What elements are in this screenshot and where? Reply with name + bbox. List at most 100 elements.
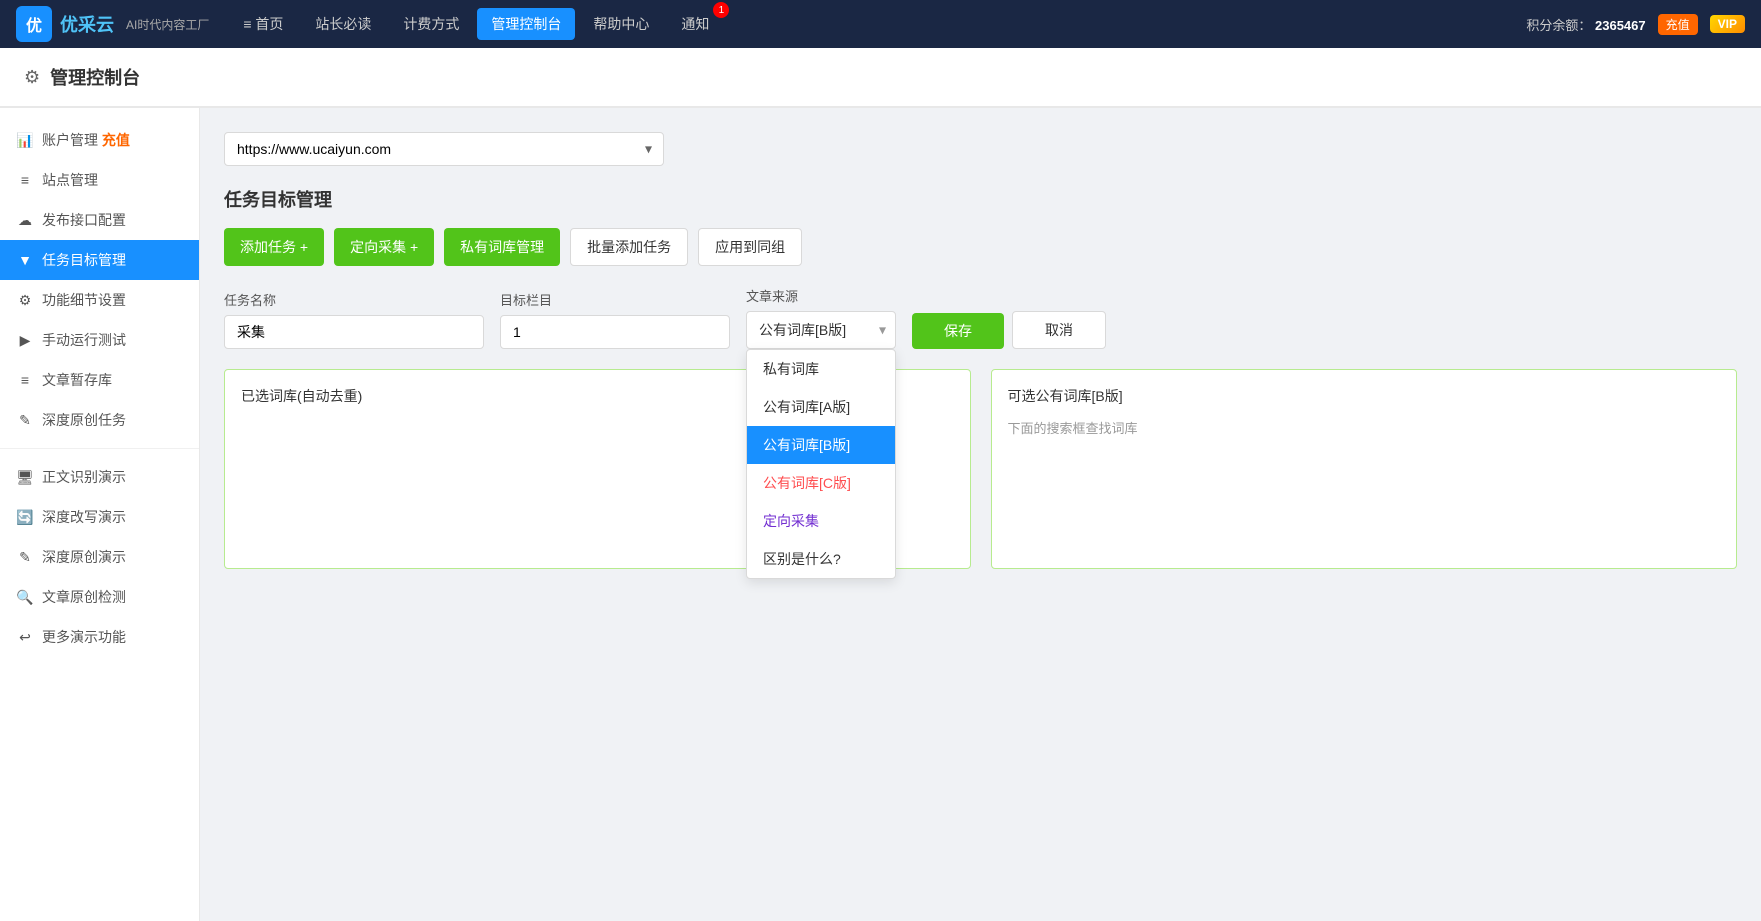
- content-inner: https://www.ucaiyun.com 任务目标管理 添加任务 + 定向…: [200, 108, 1761, 921]
- source-label: 文章来源: [746, 286, 896, 305]
- nav-item-help[interactable]: 帮助中心: [579, 8, 663, 40]
- sidebar-draft-label: 文章暂存库: [42, 370, 112, 390]
- dropdown-option-private[interactable]: 私有词库: [747, 350, 895, 388]
- publish-icon: ☁: [16, 212, 34, 229]
- sidebar-item-rewrite-demo[interactable]: 🔄 深度改写演示: [0, 497, 199, 537]
- tasks-icon: ▼: [16, 252, 34, 268]
- sidebar-item-draft[interactable]: ≡ 文章暂存库: [0, 360, 199, 400]
- sidebar-item-manual-run[interactable]: ▶ 手动运行测试: [0, 320, 199, 360]
- right-panel-hint: 下面的搜索框查找词库: [1008, 418, 1721, 437]
- top-recharge-button[interactable]: 充值: [1658, 14, 1698, 35]
- sidebar-item-settings[interactable]: ⚙ 功能细节设置: [0, 280, 199, 320]
- console-icon: ⚙: [24, 67, 40, 88]
- nav-item-notification[interactable]: 通知 1: [667, 8, 723, 40]
- sidebar-item-original-demo[interactable]: ✎ 深度原创演示: [0, 537, 199, 577]
- top-navigation: 优 优采云 AI时代内容工厂 ≡ 首页 站长必读 计费方式 管理控制台 帮助中心…: [0, 0, 1761, 48]
- sidebar-original-task-label: 深度原创任务: [42, 410, 126, 430]
- original-demo-icon: ✎: [16, 549, 34, 566]
- section-title: 任务目标管理: [224, 186, 1737, 212]
- sidebar-item-account[interactable]: 📊 账户管理 充值: [0, 120, 199, 160]
- dropdown-option-public-a[interactable]: 公有词库[A版]: [747, 388, 895, 426]
- points-label: 积分余额： 2365467: [1526, 15, 1645, 34]
- settings-icon: ⚙: [16, 292, 34, 309]
- account-icon: 📊: [16, 132, 34, 149]
- dropdown-option-public-b[interactable]: 公有词库[B版]: [747, 426, 895, 464]
- sidebar-item-publish[interactable]: ☁ 发布接口配置: [0, 200, 199, 240]
- page-body: 📊 账户管理 充值 ≡ 站点管理 ☁ 发布接口配置 ▼ 任务目标管理 ⚙ 功能细…: [0, 108, 1761, 921]
- available-library-panel: 可选公有词库[B版] 下面的搜索框查找词库: [991, 369, 1738, 569]
- source-select-wrap[interactable]: 公有词库[B版] ▾ 私有词库 公有词库[A版] 公有词库[B版] 公有词库[C…: [746, 311, 896, 349]
- form-row: 任务名称 目标栏目 文章来源 公有词库[B版] ▾: [224, 286, 1737, 349]
- sidebar-item-text-demo[interactable]: 🖥 正文识别演示: [0, 457, 199, 497]
- sidebar-divider: [0, 448, 199, 449]
- logo-text: 优采云: [60, 11, 114, 37]
- sidebar-tasks-label: 任务目标管理: [42, 250, 126, 270]
- url-selector[interactable]: https://www.ucaiyun.com: [224, 132, 664, 166]
- sidebar-original-demo-label: 深度原创演示: [42, 547, 126, 567]
- main-content: https://www.ucaiyun.com 任务目标管理 添加任务 + 定向…: [200, 108, 1761, 921]
- sidebar: 📊 账户管理 充值 ≡ 站点管理 ☁ 发布接口配置 ▼ 任务目标管理 ⚙ 功能细…: [0, 108, 200, 921]
- check-demo-icon: 🔍: [16, 589, 34, 606]
- sidebar-manual-run-label: 手动运行测试: [42, 330, 126, 350]
- target-col-label: 目标栏目: [500, 290, 730, 309]
- batch-add-button[interactable]: 批量添加任务: [570, 228, 688, 266]
- nav-item-console[interactable]: 管理控制台: [477, 8, 575, 40]
- sidebar-item-tasks[interactable]: ▼ 任务目标管理: [0, 240, 199, 280]
- manual-run-icon: ▶: [16, 332, 34, 349]
- source-selected-value: 公有词库[B版]: [759, 320, 846, 340]
- sidebar-recharge-link[interactable]: 充值: [102, 132, 130, 148]
- two-col-panel: 已选词库(自动去重) 可选公有词库[B版] 下面的搜索框查找词库: [224, 369, 1737, 569]
- logo-icon: 优: [16, 6, 52, 42]
- sidebar-item-sites[interactable]: ≡ 站点管理: [0, 160, 199, 200]
- source-group: 文章来源 公有词库[B版] ▾ 私有词库 公有词库[A版] 公有词库[B版] 公…: [746, 286, 896, 349]
- action-buttons-row: 添加任务 + 定向采集 + 私有词库管理 批量添加任务 应用到同组: [224, 228, 1737, 266]
- notification-badge: 1: [713, 2, 729, 18]
- target-col-group: 目标栏目: [500, 290, 730, 349]
- page-header-wrap: ⚙ 管理控制台: [0, 48, 1761, 108]
- nav-item-reading[interactable]: 站长必读: [301, 8, 385, 40]
- logo-subtitle: AI时代内容工厂: [126, 16, 209, 33]
- source-select-box[interactable]: 公有词库[B版] ▾: [746, 311, 896, 349]
- sidebar-check-demo-label: 文章原创检测: [42, 587, 126, 607]
- nav-item-home[interactable]: ≡ 首页: [229, 8, 297, 40]
- dropdown-option-targeted[interactable]: 定向采集: [747, 502, 895, 540]
- draft-icon: ≡: [16, 372, 34, 388]
- task-name-group: 任务名称: [224, 290, 484, 349]
- sidebar-settings-label: 功能细节设置: [42, 290, 126, 310]
- apply-group-button[interactable]: 应用到同组: [698, 228, 802, 266]
- vip-badge: VIP: [1710, 15, 1745, 33]
- task-name-input[interactable]: [224, 315, 484, 349]
- sidebar-text-demo-label: 正文识别演示: [42, 467, 126, 487]
- save-button[interactable]: 保存: [912, 313, 1004, 349]
- dropdown-option-public-c[interactable]: 公有词库[C版]: [747, 464, 895, 502]
- sidebar-sites-label: 站点管理: [42, 170, 98, 190]
- sidebar-item-check-demo[interactable]: 🔍 文章原创检测: [0, 577, 199, 617]
- right-panel-header: 可选公有词库[B版]: [1008, 386, 1721, 406]
- sidebar-item-original-task[interactable]: ✎ 深度原创任务: [0, 400, 199, 440]
- targeted-collect-button[interactable]: 定向采集 +: [334, 228, 434, 266]
- dropdown-option-difference[interactable]: 区别是什么?: [747, 540, 895, 578]
- nav-item-billing[interactable]: 计费方式: [389, 8, 473, 40]
- source-chevron-icon: ▾: [879, 322, 886, 339]
- page-header: ⚙ 管理控制台: [0, 48, 1761, 107]
- save-cancel-group: 保存 取消: [912, 311, 1106, 349]
- add-task-button[interactable]: 添加任务 +: [224, 228, 324, 266]
- page-title: 管理控制台: [50, 64, 140, 90]
- private-library-button[interactable]: 私有词库管理: [444, 228, 560, 266]
- rewrite-demo-icon: 🔄: [16, 509, 34, 526]
- logo[interactable]: 优 优采云 AI时代内容工厂: [16, 6, 209, 42]
- sidebar-rewrite-demo-label: 深度改写演示: [42, 507, 126, 527]
- url-selector-wrap[interactable]: https://www.ucaiyun.com: [224, 132, 664, 166]
- more-demo-icon: ↩: [16, 629, 34, 646]
- text-demo-icon: 🖥: [16, 469, 34, 486]
- sidebar-item-more-demo[interactable]: ↩ 更多演示功能: [0, 617, 199, 657]
- task-name-label: 任务名称: [224, 290, 484, 309]
- sites-icon: ≡: [16, 172, 34, 188]
- nav-right: 积分余额： 2365467 充值 VIP: [1526, 14, 1745, 35]
- nav-menu: ≡ 首页 站长必读 计费方式 管理控制台 帮助中心 通知 1: [229, 8, 1526, 40]
- sidebar-more-demo-label: 更多演示功能: [42, 627, 126, 647]
- cancel-button[interactable]: 取消: [1012, 311, 1106, 349]
- sidebar-publish-label: 发布接口配置: [42, 210, 126, 230]
- target-col-input[interactable]: [500, 315, 730, 349]
- original-task-icon: ✎: [16, 412, 34, 429]
